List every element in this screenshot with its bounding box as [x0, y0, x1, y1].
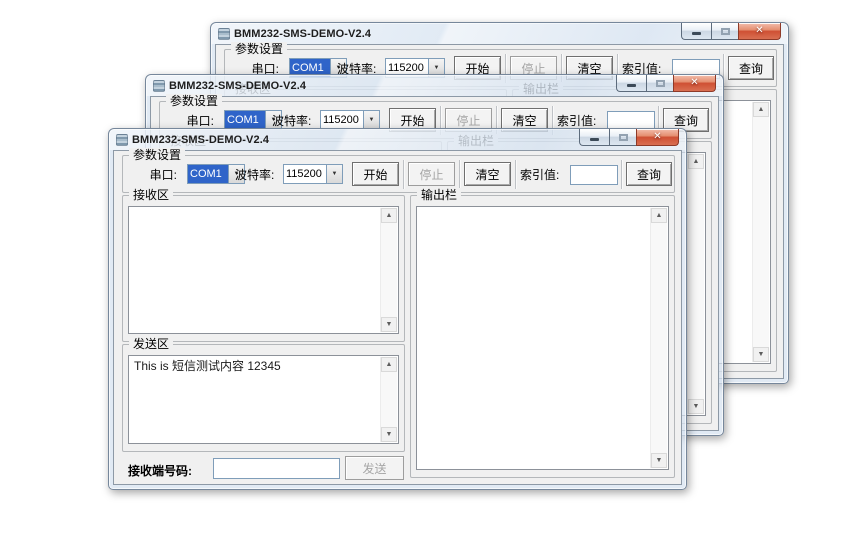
- scroll-up-icon[interactable]: ▲: [651, 208, 667, 223]
- divider: [621, 160, 622, 189]
- serial-port-value: COM1: [188, 165, 228, 183]
- scroll-up-icon[interactable]: ▲: [753, 102, 769, 117]
- window-front: BMM232-SMS-DEMO-V2.4 ✕ 参数设置 串口: COM1 ▼ 波…: [108, 128, 687, 490]
- divider: [515, 160, 516, 189]
- index-value-label: 索引值:: [557, 114, 597, 128]
- serial-port-label: 串口:: [186, 114, 214, 128]
- close-button[interactable]: ✕: [738, 23, 781, 40]
- minimize-button[interactable]: [579, 129, 609, 146]
- receive-textarea[interactable]: ▲ ▼: [128, 206, 399, 334]
- scroll-up-icon[interactable]: ▲: [381, 357, 397, 372]
- baud-rate-value: 115200: [323, 114, 359, 126]
- index-value-label: 索引值:: [520, 168, 560, 182]
- output-textarea[interactable]: ▲ ▼: [416, 206, 669, 470]
- receiver-number-label: 接收端号码:: [128, 464, 192, 478]
- close-icon: ✕: [690, 77, 699, 88]
- minimize-button[interactable]: [616, 75, 646, 92]
- window-title: BMM232-SMS-DEMO-V2.4: [234, 27, 372, 40]
- maximize-icon: [655, 79, 665, 87]
- dropdown-icon[interactable]: ▼: [363, 111, 379, 129]
- output-text: [417, 207, 650, 469]
- query-button[interactable]: 查询: [728, 56, 774, 80]
- maximize-icon: [618, 133, 628, 141]
- query-button[interactable]: 查询: [626, 162, 672, 186]
- params-group-label: 参数设置: [166, 94, 223, 108]
- serial-port-value: COM1: [225, 111, 265, 129]
- params-group-label: 参数设置: [129, 148, 186, 162]
- receive-text: [129, 207, 380, 333]
- params-group-label: 参数设置: [231, 42, 288, 56]
- scrollbar[interactable]: ▲ ▼: [380, 208, 397, 332]
- output-group: 输出栏 ▲ ▼: [410, 188, 675, 478]
- baud-rate-select[interactable]: 115200 ▼: [283, 164, 343, 184]
- close-icon: ✕: [653, 131, 662, 142]
- minimize-icon: [627, 84, 636, 87]
- close-button[interactable]: ✕: [636, 129, 679, 146]
- app-icon: [153, 79, 165, 92]
- scroll-down-icon[interactable]: ▼: [381, 317, 397, 332]
- baud-rate-label: 波特率:: [272, 114, 312, 128]
- receive-group: 接收区 ▲ ▼: [122, 188, 405, 342]
- send-textarea[interactable]: This is 短信测试内容 12345 ▲ ▼: [128, 355, 399, 444]
- baud-rate-label: 波特率:: [235, 168, 275, 182]
- stop-button: 停止: [408, 162, 455, 186]
- send-text: This is 短信测试内容 12345: [134, 359, 281, 373]
- maximize-button[interactable]: [609, 129, 636, 146]
- scroll-up-icon[interactable]: ▲: [381, 208, 397, 223]
- client-area: 参数设置 串口: COM1 ▼ 波特率: 115200 ▼ 开始 停止 清空 索…: [113, 148, 682, 485]
- minimize-icon: [692, 32, 701, 35]
- send-group-label: 发送区: [129, 337, 174, 351]
- window-title: BMM232-SMS-DEMO-V2.4: [132, 133, 270, 146]
- receiver-number-input[interactable]: [213, 458, 340, 479]
- baud-rate-select[interactable]: 115200 ▼: [320, 110, 380, 130]
- clear-button[interactable]: 清空: [464, 162, 511, 186]
- scrollbar[interactable]: ▲ ▼: [380, 357, 397, 442]
- scroll-down-icon[interactable]: ▼: [753, 347, 769, 362]
- minimize-icon: [590, 138, 599, 141]
- scrollbar[interactable]: ▲ ▼: [752, 102, 769, 362]
- index-value-input[interactable]: [570, 165, 618, 185]
- receive-group-label: 接收区: [129, 188, 174, 202]
- scrollbar[interactable]: ▲ ▼: [650, 208, 667, 468]
- maximize-icon: [720, 27, 730, 35]
- dropdown-icon[interactable]: ▼: [326, 165, 342, 183]
- scroll-up-icon[interactable]: ▲: [688, 154, 704, 169]
- divider: [403, 160, 404, 189]
- window-title: BMM232-SMS-DEMO-V2.4: [169, 79, 307, 92]
- maximize-button[interactable]: [646, 75, 673, 92]
- app-icon: [218, 27, 230, 40]
- scrollbar[interactable]: ▲ ▼: [687, 154, 704, 414]
- params-group: 参数设置 串口: COM1 ▼ 波特率: 115200 ▼ 开始 停止 清空 索…: [122, 148, 675, 193]
- baud-rate-value: 115200: [286, 168, 322, 180]
- minimize-button[interactable]: [681, 23, 711, 40]
- maximize-button[interactable]: [711, 23, 738, 40]
- output-group-label: 输出栏: [417, 188, 462, 202]
- scroll-down-icon[interactable]: ▼: [381, 427, 397, 442]
- scroll-down-icon[interactable]: ▼: [688, 399, 704, 414]
- scroll-down-icon[interactable]: ▼: [651, 453, 667, 468]
- close-button[interactable]: ✕: [673, 75, 716, 92]
- serial-port-label: 串口:: [149, 168, 177, 182]
- start-button[interactable]: 开始: [352, 162, 399, 186]
- app-icon: [116, 133, 128, 146]
- divider: [459, 160, 460, 189]
- close-icon: ✕: [755, 25, 764, 36]
- send-group: 发送区 This is 短信测试内容 12345 ▲ ▼: [122, 337, 405, 452]
- send-button: 发送: [345, 456, 404, 480]
